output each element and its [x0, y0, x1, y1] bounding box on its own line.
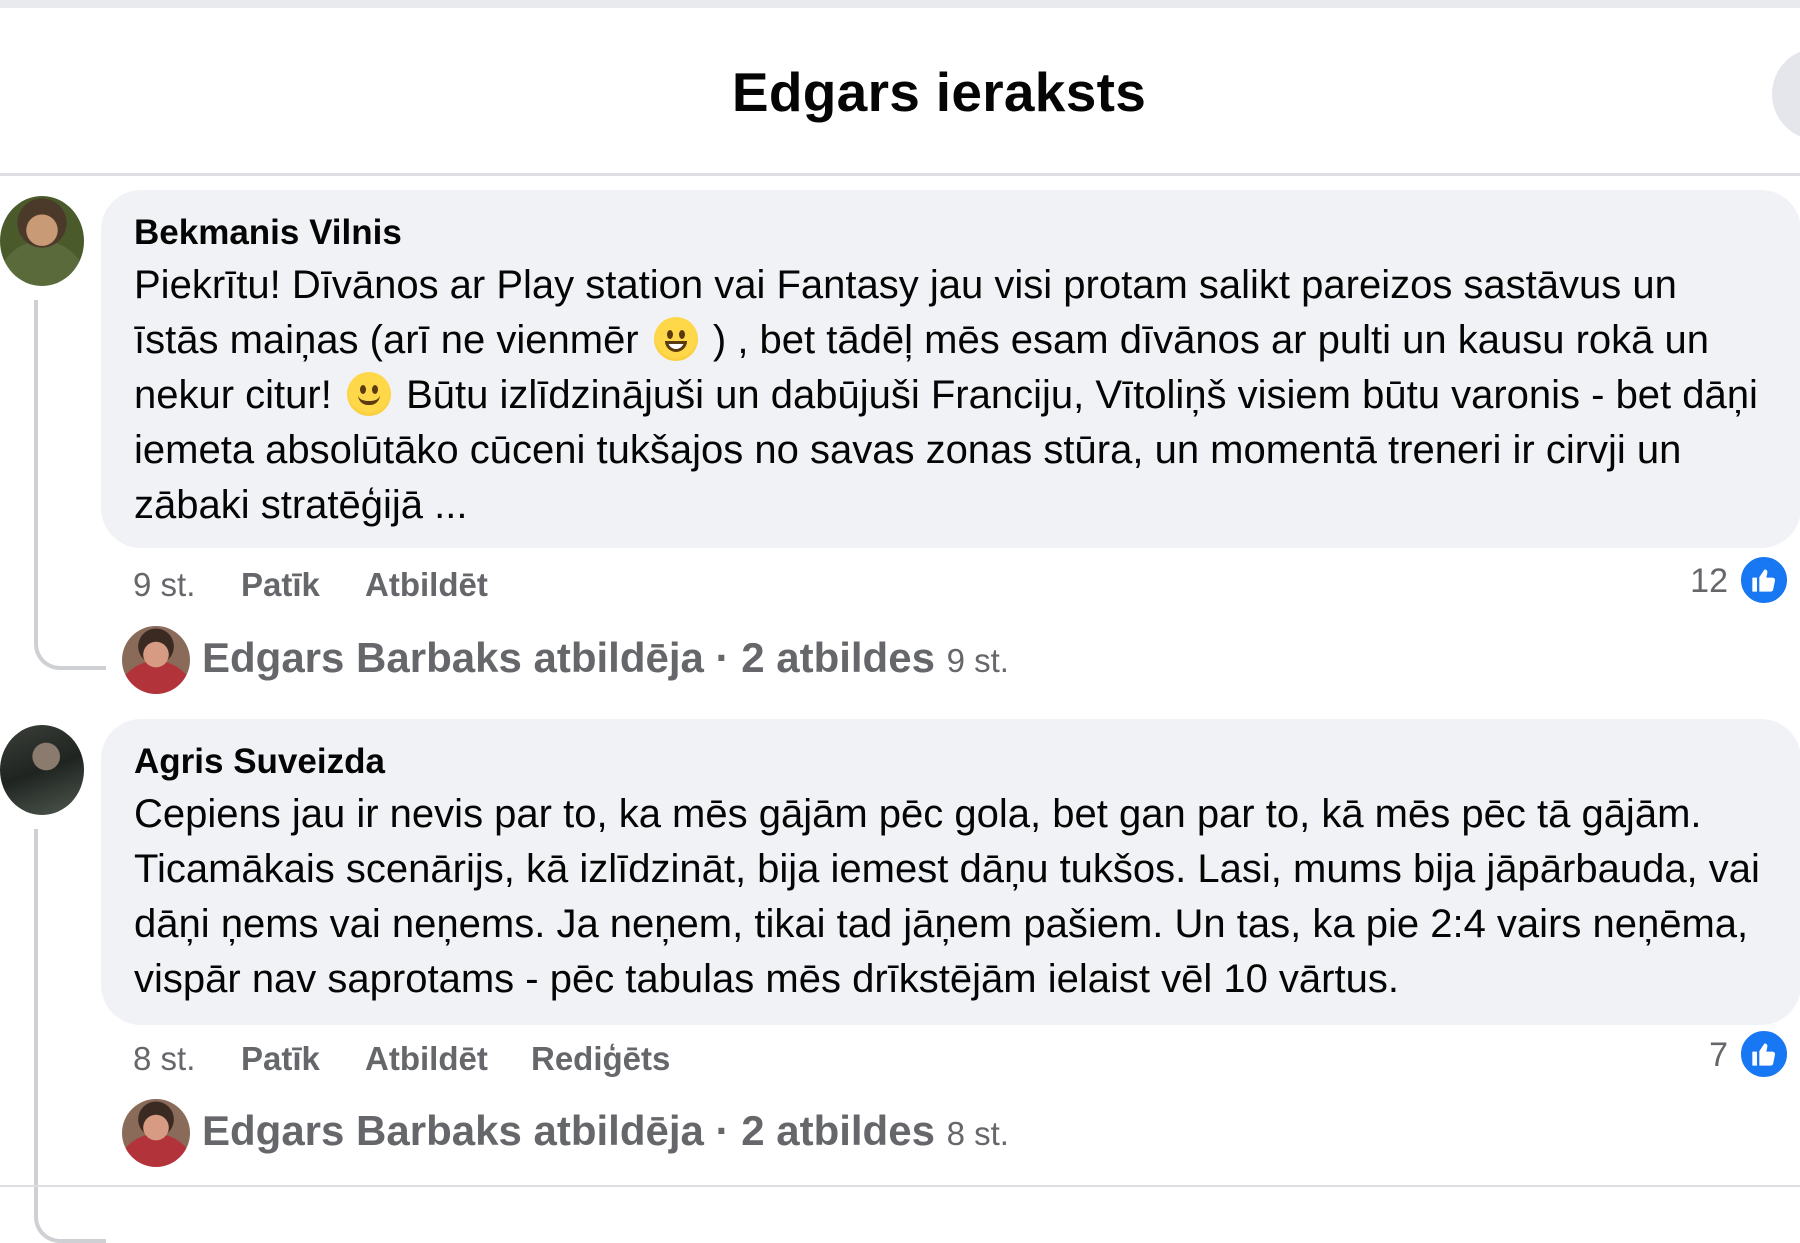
thread-line: [34, 829, 106, 1243]
post-header: Edgars ieraksts: [0, 8, 1800, 176]
view-replies-link[interactable]: Edgars Barbaks atbildēja · 2 atbildes 9 …: [122, 626, 1022, 696]
comment-text: Piekrītu! Dīvānos ar Play station vai Fa…: [134, 258, 1767, 533]
replies-summary-text: Edgars Barbaks atbildēja · 2 atbildes: [202, 1107, 935, 1154]
replies-summary: Edgars Barbaks atbildēja · 2 atbildes 8 …: [202, 1107, 1009, 1155]
replies-summary: Edgars Barbaks atbildēja · 2 atbildes 9 …: [202, 634, 1009, 682]
avatar: [122, 1099, 190, 1167]
like-count: 12: [1690, 562, 1728, 600]
page-title: Edgars ieraksts: [731, 61, 1147, 123]
avatar[interactable]: [0, 725, 84, 815]
divider: [0, 1185, 1800, 1187]
replies-time: 8 st.: [946, 1115, 1009, 1152]
reaction-count[interactable]: 12: [1640, 554, 1790, 608]
reply-button[interactable]: Atbildēt: [365, 1040, 488, 1078]
thread-line: [34, 300, 106, 670]
thumbs-up-icon: [1738, 554, 1790, 606]
comment-author[interactable]: Bekmanis Vilnis: [134, 212, 1767, 254]
like-count: 7: [1709, 1036, 1728, 1074]
avatar[interactable]: [0, 196, 84, 286]
slightly-smiling-face-icon: [346, 372, 391, 416]
top-strip: [0, 0, 1800, 8]
comment-time[interactable]: 8 st.: [133, 1040, 195, 1078]
comment-author[interactable]: Agris Suveizda: [134, 741, 1767, 783]
comment-actions: 9 st. Patīk Atbildēt: [133, 566, 733, 606]
view-replies-link[interactable]: Edgars Barbaks atbildēja · 2 atbildes 8 …: [122, 1099, 1022, 1169]
reply-button[interactable]: Atbildēt: [365, 566, 488, 604]
replies-time: 9 st.: [946, 642, 1009, 679]
thumbs-up-icon: [1738, 1028, 1790, 1080]
comment-time[interactable]: 9 st.: [133, 566, 195, 604]
replies-summary-text: Edgars Barbaks atbildēja · 2 atbildes: [202, 634, 935, 681]
comment-bubble: Agris Suveizda Cepiens jau ir nevis par …: [101, 719, 1800, 1025]
comment-text: Cepiens jau ir nevis par to, ka mēs gājā…: [134, 792, 1760, 1001]
edited-label[interactable]: Rediģēts: [531, 1040, 670, 1078]
like-button[interactable]: Patīk: [241, 566, 320, 604]
like-button[interactable]: Patīk: [241, 1040, 320, 1078]
grinning-face-icon: [653, 317, 698, 361]
comment-bubble: Bekmanis Vilnis Piekrītu! Dīvānos ar Pla…: [101, 190, 1800, 548]
avatar: [122, 626, 190, 694]
reaction-count[interactable]: 7: [1640, 1028, 1790, 1082]
comment-actions: 8 st. Patīk Atbildēt Rediģēts: [133, 1040, 833, 1080]
